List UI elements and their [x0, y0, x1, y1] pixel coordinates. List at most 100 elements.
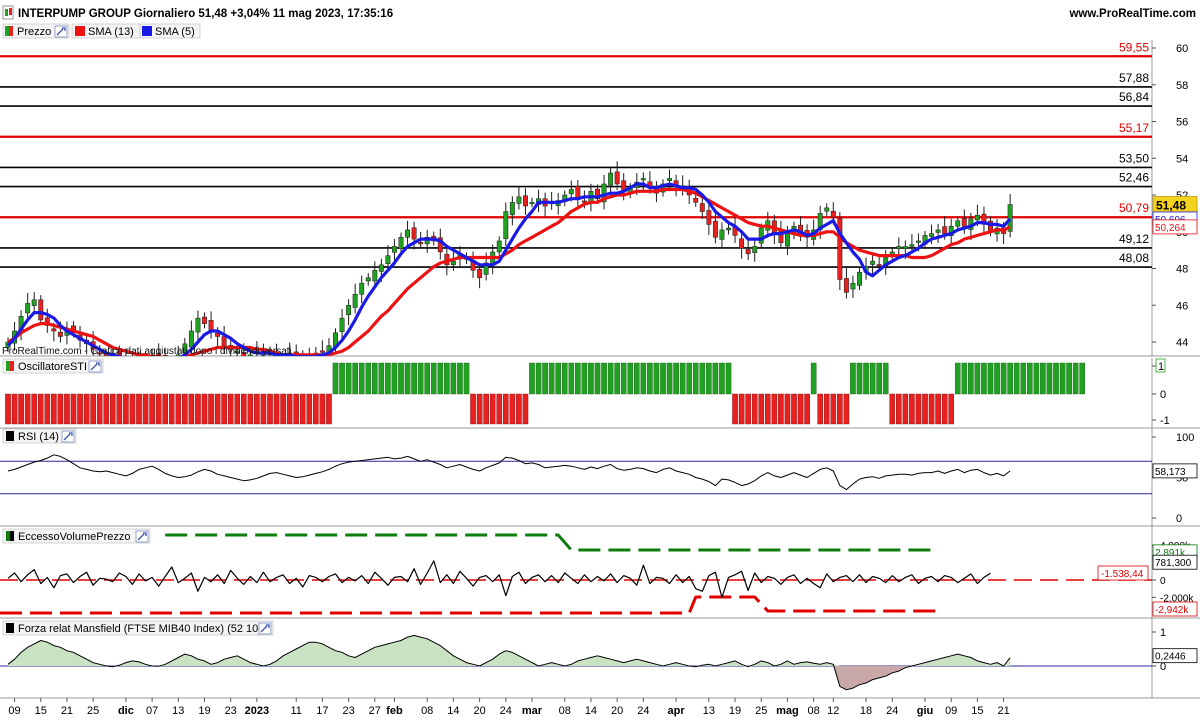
sti-bar-negative [509, 393, 516, 425]
sti-bar-positive [666, 362, 673, 395]
x-tick-label: mag [776, 705, 799, 717]
sti-bar-positive [653, 362, 660, 395]
price-tick-label: 44 [1176, 337, 1188, 349]
candle-body [523, 195, 528, 207]
sti-bar-negative [201, 393, 208, 425]
wrench-icon[interactable] [135, 530, 149, 543]
x-tick-label: giu [917, 705, 934, 717]
sti-bar-negative [948, 393, 954, 425]
legend-sma13-label: SMA (13) [88, 26, 134, 38]
sti-bar-positive [352, 362, 358, 395]
sti-bar-negative [470, 393, 476, 425]
price-legend: Prezzo SMA (13) SMA (5) [2, 23, 201, 39]
x-tick-label: mar [522, 705, 543, 717]
level-label: 56,84 [1119, 90, 1149, 104]
sti-bar-negative [751, 393, 758, 425]
candle-body [843, 278, 849, 293]
rsi-label: RSI (14) [18, 431, 59, 443]
x-tick-label: 13 [172, 705, 184, 717]
rsi-legend: RSI (14) [2, 428, 77, 444]
sti-bar-negative [83, 393, 90, 425]
sti-bar-positive [627, 362, 634, 395]
candle-body [568, 189, 574, 195]
candle-body [935, 229, 941, 233]
wrench-icon[interactable] [88, 360, 102, 373]
sti-swatch-up [6, 361, 10, 371]
sti-bar-positive [358, 362, 365, 395]
chart-canvas[interactable]: INTERPUMP GROUP Giornaliero 51,48 +3,04%… [0, 0, 1200, 720]
candle-body [392, 246, 397, 253]
candle-body [857, 271, 862, 286]
sti-bar-negative [804, 393, 810, 425]
sti-bar-negative [293, 393, 300, 425]
sti-bar-negative [745, 393, 751, 425]
wrench-icon[interactable] [61, 430, 75, 443]
x-tick-label: 21 [61, 705, 73, 717]
sti-bar-positive [1059, 362, 1066, 395]
sti-bar-positive [640, 362, 647, 395]
eccesso-swatch-black [10, 531, 14, 541]
price-swatch-down [9, 26, 13, 36]
sti-bar-positive [994, 362, 1000, 395]
sti-bar-negative [738, 393, 745, 425]
wrench-icon[interactable] [258, 622, 272, 635]
sti-bar-negative [476, 393, 483, 425]
mansfield-last-label: 0,2446 [1155, 652, 1186, 663]
sti-bar-positive [555, 362, 561, 395]
sma13-swatch [75, 26, 85, 36]
sti-bar-positive [706, 362, 712, 395]
sti-bar-positive [1066, 362, 1072, 395]
sti-bar-negative [254, 393, 260, 425]
stock-chart[interactable]: INTERPUMP GROUP Giornaliero 51,48 +3,04%… [0, 0, 1200, 720]
sti-bar-positive [339, 362, 345, 395]
site-label[interactable]: www.ProRealTime.com [1068, 8, 1196, 20]
sti-bar-negative [90, 393, 96, 425]
sti-bar-negative [103, 393, 110, 425]
level-label: 49,12 [1119, 232, 1149, 246]
sti-bar-negative [902, 393, 909, 425]
sti-bar-positive [882, 362, 889, 395]
eccesso-last-label: 781,300 [1155, 558, 1192, 569]
sti-bar-negative [142, 393, 149, 425]
sti-bar-negative [234, 393, 241, 425]
sti-bar-negative [489, 393, 496, 425]
rsi-tick-label: 100 [1176, 432, 1194, 444]
sti-bar-negative [522, 393, 529, 425]
sti-bar-positive [1040, 362, 1046, 395]
candle-body [785, 233, 790, 247]
sti-bar-negative [136, 393, 142, 425]
sti-bar-positive [850, 362, 856, 395]
sti-bar-negative [109, 393, 116, 425]
x-tick-label: dic [118, 705, 134, 717]
candle-body [712, 220, 718, 238]
mansfield-legend: Forza relat Mansfield (FTSE MIB40 Index)… [2, 620, 274, 636]
sti-bar-negative [149, 393, 155, 425]
wrench-icon[interactable] [54, 25, 68, 38]
sti-bar-negative [935, 393, 941, 425]
sti-bar-negative [70, 393, 77, 425]
candle-body [752, 246, 758, 253]
candle-body [450, 260, 456, 266]
x-tick-label: 20 [473, 705, 485, 717]
sti-bar-negative [24, 393, 31, 425]
sti-bar-negative [267, 393, 273, 425]
x-tick-label: 17 [316, 705, 328, 717]
candle-body [503, 211, 509, 239]
sti-bar-positive [1020, 362, 1027, 395]
sti-bar-positive [673, 362, 679, 395]
sti-bar-negative [31, 393, 38, 425]
sti-bar-positive [876, 362, 882, 395]
x-tick-label: 25 [755, 705, 767, 717]
sti-swatch-down [10, 361, 14, 371]
sti-bar-positive [542, 362, 548, 395]
candle-body [850, 282, 856, 290]
x-tick-label: 09 [8, 705, 20, 717]
sti-label: OscillatoreSTI [18, 361, 87, 373]
x-tick-label: 07 [146, 705, 158, 717]
x-tick-label: apr [668, 705, 686, 717]
sti-bar-negative [123, 393, 129, 425]
sti-bar-negative [155, 393, 162, 425]
sti-bar-positive [607, 362, 614, 395]
x-tick-label: 2023 [245, 705, 269, 717]
candle-body [529, 202, 535, 205]
